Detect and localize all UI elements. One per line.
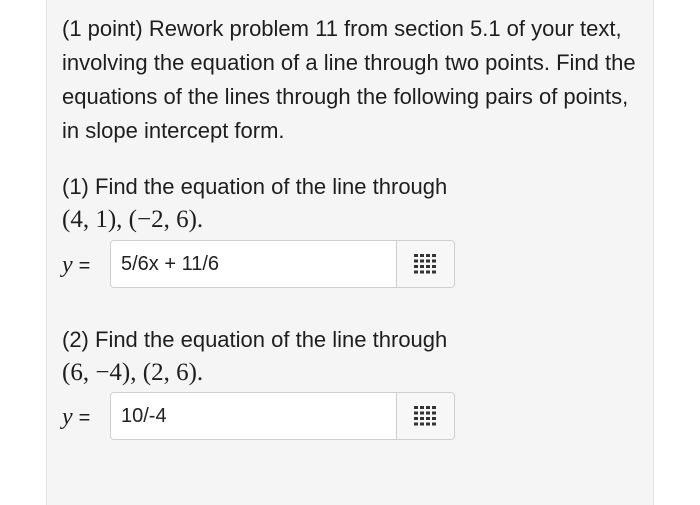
answer-variable: y xyxy=(62,252,73,278)
question-1-answer-label: y = xyxy=(62,250,90,281)
question-2-equation-editor-button[interactable] xyxy=(396,393,454,439)
problem-intro: (1 point) Rework problem 11 from section… xyxy=(62,16,636,143)
answer-variable: y xyxy=(62,404,73,430)
question-1-points: (4, 1), (−2, 6). xyxy=(62,206,204,233)
equation-editor-grid-icon xyxy=(413,406,436,426)
question-2-points: (6, −4), (2, 6). xyxy=(62,359,204,386)
problem-page: (1 point) Rework problem 11 from section… xyxy=(0,0,700,505)
question-1-equation-editor-button[interactable] xyxy=(396,241,454,287)
equals-sign: = xyxy=(78,255,91,277)
question-1-prompt: (1) Find the equation of the line throug… xyxy=(62,174,448,199)
question-1-answer-group xyxy=(110,240,455,288)
equation-editor-grid-icon xyxy=(413,254,436,274)
question-1-answer-input[interactable] xyxy=(111,241,396,287)
question-2-answer-input[interactable] xyxy=(111,393,396,439)
equals-sign: = xyxy=(78,407,91,429)
question-2-prompt: (2) Find the equation of the line throug… xyxy=(62,327,448,352)
question-2-answer-label: y = xyxy=(62,402,90,433)
question-2-answer-group xyxy=(110,392,455,440)
